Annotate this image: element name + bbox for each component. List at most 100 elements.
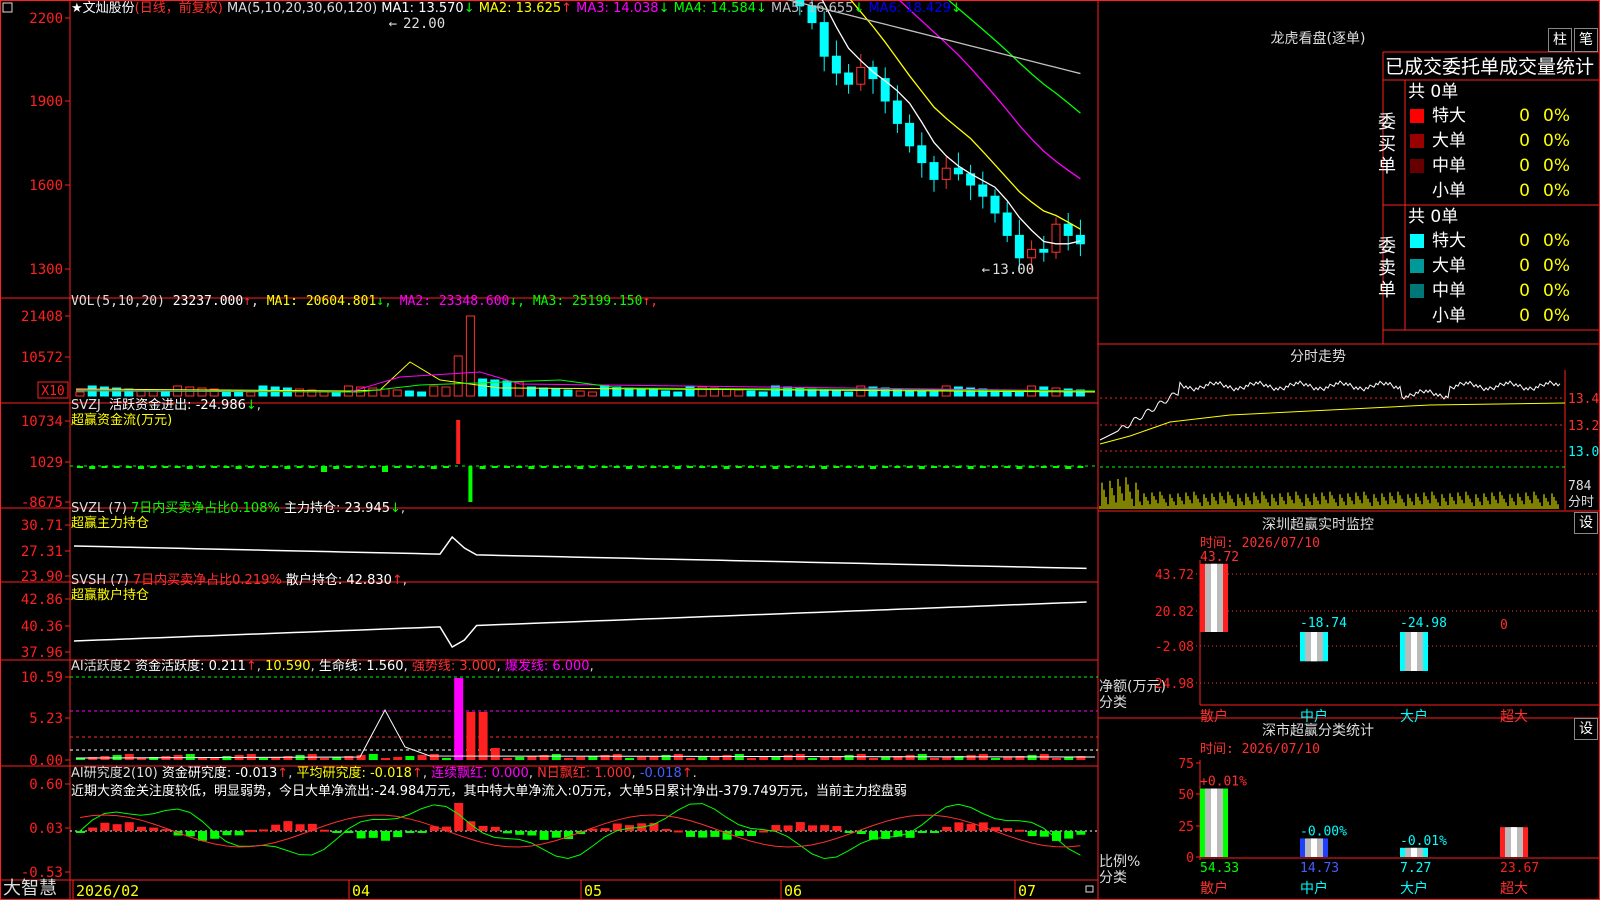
classify-top-label: -0.00% [1300, 824, 1347, 839]
ai2-bar [734, 831, 744, 836]
intraday-title: 分时走势 [1290, 349, 1346, 365]
volume-bar [539, 387, 549, 397]
volume-bar [685, 385, 695, 397]
candle-body [1014, 234, 1024, 259]
lock-icon [1085, 885, 1094, 893]
svzl-value: 23.945 [344, 501, 391, 516]
ai2-bar [673, 830, 683, 833]
svzj-bar [174, 466, 181, 468]
ai2-bar [942, 826, 952, 831]
ma-value-5: 16.655 [807, 1, 854, 16]
svsh-subtitle: 超赢散户持仓 [71, 588, 150, 603]
svzj-bar [626, 466, 632, 469]
svzj-bar [845, 466, 852, 468]
ai1-bar [381, 758, 390, 760]
ma-value-2: 13.625 [515, 1, 562, 16]
y-tick-label: 1300 [29, 262, 63, 278]
volume-bar [917, 390, 927, 397]
monitor-settings-button[interactable]: 设 [1574, 512, 1598, 534]
classify-bar-3 [1400, 847, 1428, 857]
chart-panels[interactable]: 2200 1900 1600 1300 21408 10572 10734 1029 -8675… [0, 0, 1600, 900]
price-header: ★文灿股份(日线，前复权) MA(5,10,20,30,60,120) MA1:… [71, 1, 962, 16]
bar-mode-button[interactable]: 柱 [1548, 28, 1572, 52]
ai1-bar [466, 712, 476, 760]
svzl-line [73, 535, 1087, 570]
ai1-bar [405, 756, 415, 760]
volume-bar [453, 355, 463, 397]
volume-bar [856, 385, 866, 397]
y-tick-label: 0.60 [29, 777, 63, 793]
svzj-header: SVZJ 活跃资金进出: -24.986↓, 超赢资金流(万元) [71, 398, 261, 428]
ai2-bar [100, 822, 110, 831]
volume-bar [648, 389, 658, 397]
ai2-title: AI研究度2(10) [71, 766, 158, 781]
ai2-bar [771, 825, 781, 831]
vol-ma-value-1: 20604.801 [305, 294, 377, 309]
classify-top-label: -0.01% [1400, 834, 1447, 849]
ai2-bar [124, 822, 134, 831]
volume-bar [758, 391, 768, 397]
ai1-bar [564, 758, 573, 760]
ai1-bar [966, 755, 976, 760]
ai1-bar [1052, 758, 1061, 760]
ma-label-3: MA3: [576, 1, 614, 16]
intraday-vol-label: 分时 [1568, 495, 1594, 510]
y-tick-label: 10.59 [21, 670, 63, 686]
ai2-bar [820, 825, 830, 831]
ai2-bar [149, 827, 159, 831]
svzj-bar [760, 466, 767, 468]
svzj-bar [284, 466, 291, 469]
stock-name[interactable]: 文灿股份 [83, 1, 135, 16]
ai2-bar [356, 831, 366, 839]
ai1-bar [661, 755, 671, 760]
monitor-cat-label: 大户 [1400, 708, 1428, 725]
ai1-bar [722, 755, 732, 760]
ai1-value: 0.211 [208, 659, 246, 674]
y-tick-label: 23.90 [21, 569, 63, 585]
candle-body [1075, 234, 1085, 245]
volume-bar [746, 390, 756, 397]
order-stats-title: 已成交委托单成交量统计 [1385, 56, 1595, 78]
classify-cat-label: 散户 [1200, 880, 1228, 897]
ma-label-4: MA4: [673, 1, 711, 16]
svzj-bar [479, 466, 486, 469]
ai2-bar [661, 828, 671, 831]
svzj-bar [430, 466, 437, 469]
volume-bar [673, 391, 683, 397]
svzj-bar [308, 466, 315, 468]
vol-ma-value-2: 23348.600 [438, 294, 510, 309]
ai2-bar [234, 831, 244, 836]
ai1-bar [783, 755, 793, 760]
ma-label-1: MA1: [381, 1, 419, 16]
intraday-volume [1099, 477, 1559, 509]
monitor-bar-1 [1200, 563, 1228, 632]
ai2-bar [283, 821, 293, 831]
vol-unit-label: X10 [41, 384, 64, 399]
ai1-bar [881, 757, 891, 760]
ai2-avg-label: 平均研究度: [296, 766, 366, 781]
volume-bar [197, 387, 207, 397]
ai2-bar [759, 830, 769, 833]
monitor-title: 深圳超赢实时监控 [1262, 517, 1374, 533]
candle-body [1027, 248, 1037, 259]
monitor-bar-label: 43.72 [1200, 550, 1239, 565]
y-tick-label: 10734 [21, 414, 63, 430]
candle-body [941, 167, 951, 180]
svzj-bar [601, 466, 608, 468]
monitor-bar-label: -24.98 [1400, 616, 1447, 631]
candle-body [1002, 212, 1012, 236]
ai1-v2: 10.590 [265, 659, 311, 674]
svzj-bar [784, 466, 791, 468]
svzj-bar [272, 466, 279, 468]
ai1-bar [942, 757, 952, 760]
ai1-bar [930, 758, 939, 760]
classify-settings-button[interactable]: 设 [1574, 718, 1598, 740]
svzj-bar [687, 466, 693, 468]
tick-mode-button[interactable]: 笔 [1574, 28, 1598, 52]
svzj-bar [162, 466, 169, 468]
svzj-bar [577, 466, 584, 469]
y-tick-label: 21408 [21, 309, 63, 325]
svzj-bar [89, 466, 96, 469]
ai1-burst-line: 爆发线: 6.000 [504, 659, 590, 674]
svzj-bar [552, 466, 559, 468]
